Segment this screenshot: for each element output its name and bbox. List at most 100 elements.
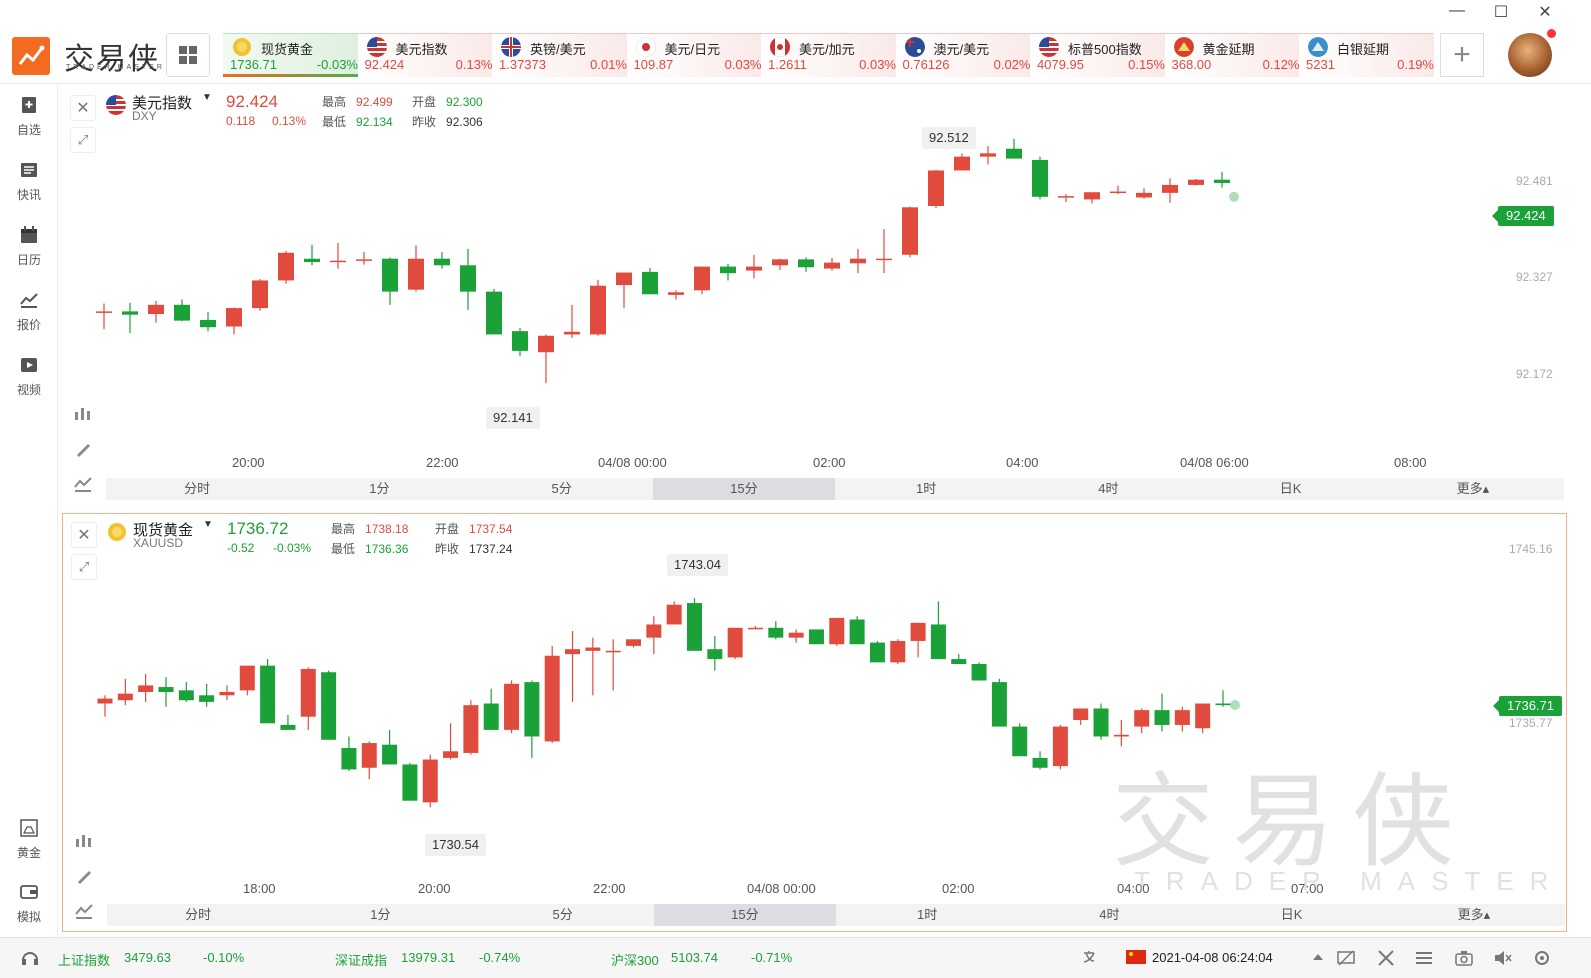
translate-icon[interactable] [1082, 949, 1102, 967]
candle [538, 334, 554, 384]
close-window-button[interactable]: ✕ [1534, 2, 1556, 22]
app-logo [12, 37, 50, 75]
sge-gold-icon [1173, 37, 1194, 57]
tab-name: 英镑/美元 [530, 42, 586, 57]
symbol-dropdown-icon[interactable]: ▼ [202, 92, 212, 103]
caret-up-icon[interactable] [1312, 952, 1324, 962]
minimize-button[interactable]: — [1446, 2, 1468, 22]
candle-body [1154, 710, 1170, 725]
avatar[interactable] [1508, 33, 1552, 77]
candle [869, 640, 885, 663]
timeframe-option[interactable]: 5分 [472, 904, 654, 926]
candle-body [1110, 191, 1126, 194]
candle-body [1032, 757, 1048, 768]
us-flag-icon [366, 37, 387, 57]
timeframe-option[interactable]: 更多▴ [1383, 904, 1565, 926]
tab-change-pct: 0.03% [859, 57, 896, 72]
candle-body [642, 271, 658, 295]
timeframe-option[interactable]: 1时 [835, 478, 1017, 500]
tab-name: 澳元/美元 [933, 42, 990, 57]
timeframe-option[interactable]: 5分 [471, 478, 653, 500]
sidebar-item[interactable]: 快讯 [0, 160, 58, 216]
candle [1215, 690, 1231, 707]
indicator-icon[interactable] [72, 403, 94, 425]
sidebar-item-label: 视频 [16, 383, 41, 397]
candle-body [199, 695, 215, 702]
candle [824, 258, 840, 271]
candle-body [97, 698, 113, 704]
timeframe-option[interactable]: 4时 [1017, 478, 1199, 500]
brand-subtitle: TRADER MASTER [66, 64, 165, 71]
y-tick: 92.481 [1516, 174, 1553, 188]
symbol-change-pct: -0.03% [273, 541, 312, 555]
timeframe-option[interactable]: 15分 [653, 904, 836, 926]
quote-tab[interactable]: 白银延期 5231 0.19% [1299, 33, 1434, 77]
index-name[interactable]: 沪深300 [611, 950, 659, 969]
index-name[interactable]: 上证指数 [58, 950, 110, 969]
tab-change-pct: 0.15% [1128, 57, 1165, 72]
sidebar-item-label: 模拟 [16, 910, 41, 924]
candle-body [746, 266, 762, 271]
candle [463, 700, 479, 755]
screen-off-icon[interactable] [1336, 948, 1356, 968]
chart-line-icon[interactable] [73, 900, 95, 922]
symbol-dropdown-icon[interactable]: ▼ [203, 519, 213, 530]
quote-tab[interactable]: 标普500指数 4079.95 0.15% [1030, 33, 1165, 77]
sidebar-item[interactable]: 视频 [0, 355, 58, 411]
layout-grid-button[interactable] [166, 33, 210, 77]
candle [1032, 156, 1048, 200]
sidebar-item[interactable]: 黄金 [0, 818, 58, 874]
x-tick: 04/08 06:00 [1180, 455, 1249, 470]
x-tick: 22:00 [593, 881, 626, 896]
indicator-icon[interactable] [73, 830, 95, 852]
sidebar-item[interactable]: 日历 [0, 225, 58, 281]
mute-icon[interactable] [1493, 948, 1513, 968]
tab-price: 0.76126 [902, 57, 950, 72]
close-panel-button[interactable]: ✕ [70, 95, 96, 121]
quote-tab[interactable]: 黄金延期 368.00 0.12% [1164, 33, 1300, 77]
quote-tab[interactable]: 澳元/美元 0.76126 0.02% [895, 33, 1031, 77]
candle [304, 244, 320, 266]
dxy-candlestick-chart[interactable] [62, 87, 1567, 505]
timeframe-option[interactable]: 1分 [288, 478, 470, 500]
quote-tab[interactable]: 英镑/美元 1.37373 0.01% [492, 33, 627, 77]
settings-gear-icon[interactable] [1532, 948, 1552, 968]
chart-line-icon[interactable] [72, 473, 94, 495]
candle-body [1134, 710, 1150, 727]
timeframe-option[interactable]: 分时 [107, 904, 289, 926]
close-panel-button[interactable]: ✕ [71, 522, 97, 548]
calendar-icon [21, 226, 37, 243]
draw-pencil-icon[interactable] [73, 865, 95, 887]
timeframe-option[interactable]: 日K [1201, 904, 1383, 926]
sidebar-item[interactable]: 模拟 [0, 882, 58, 938]
quote-tab[interactable]: 美元/加元 1.2611 0.03% [761, 33, 896, 77]
candle-body [772, 259, 788, 266]
timeframe-option[interactable]: 1时 [836, 904, 1018, 926]
timeframe-option[interactable]: 4时 [1018, 904, 1200, 926]
camera-icon[interactable] [1454, 948, 1474, 968]
news-list-icon [21, 163, 37, 177]
expand-panel-button[interactable]: ⤢ [70, 127, 96, 153]
add-tab-button[interactable]: + [1440, 33, 1484, 77]
menu-list-icon[interactable] [1414, 948, 1434, 968]
timeframe-option[interactable]: 1分 [289, 904, 471, 926]
quote-tab[interactable]: 美元指数 92.424 0.13% [357, 33, 493, 77]
timeframe-option[interactable]: 日K [1200, 478, 1382, 500]
index-name[interactable]: 深证成指 [335, 950, 387, 969]
candle-body [954, 156, 970, 171]
timeframe-option[interactable]: 分时 [106, 478, 288, 500]
draw-pencil-icon[interactable] [72, 438, 94, 460]
sidebar-item[interactable]: 报价 [0, 290, 58, 346]
quote-tab[interactable]: 现货黄金 1736.71 -0.03% [223, 33, 358, 77]
expand-panel-button[interactable]: ⤢ [71, 554, 97, 580]
quote-tab[interactable]: 美元/日元 109.87 0.03% [626, 33, 762, 77]
tab-change-pct: 0.12% [1262, 57, 1300, 72]
min-price-bubble: 1730.54 [425, 834, 486, 856]
timeframe-option[interactable]: 15分 [652, 478, 835, 500]
tools-icon[interactable] [1376, 948, 1396, 968]
candle-body [720, 266, 736, 274]
maximize-button[interactable]: ☐ [1490, 2, 1512, 22]
headset-icon[interactable] [20, 948, 40, 968]
sidebar-item[interactable]: 自选 [0, 95, 58, 151]
timeframe-option[interactable]: 更多▴ [1382, 478, 1564, 500]
